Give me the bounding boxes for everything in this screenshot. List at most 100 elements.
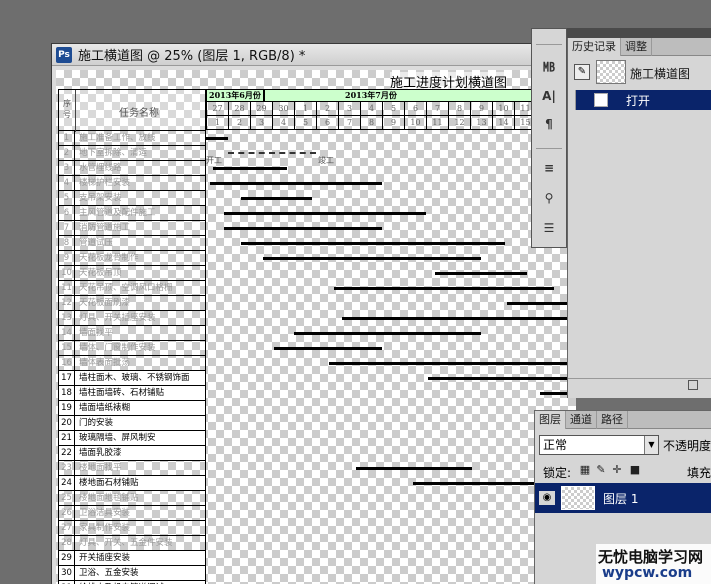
task-row: 29 开关插座安装 [58,551,206,566]
day-cell: 6 [316,116,338,130]
day-cell: 2 [228,116,250,130]
task-seq: 19 [59,401,75,415]
day-cell: 12 [448,116,470,130]
tool-separator [536,148,562,149]
blend-mode-select[interactable]: 正常 ▼ [539,435,659,455]
task-name: 墙面乳胶漆 [79,448,122,458]
month-cell-june: 2013年6月份 [206,89,264,102]
document-title: 施工横道图 @ 25% (图层 1, RGB/8) * [78,49,306,64]
watermark-url: wypcw.com [602,565,693,581]
gantt-bar [212,167,288,170]
day-cell: 5 [382,102,404,116]
task-seq: 1 [59,131,75,145]
task-seq: 25 [59,491,75,505]
header-divider [75,90,76,132]
task-name: 墙体表面批荡 [79,358,131,368]
layer-row[interactable]: ◉ 图层 1 [535,483,711,513]
task-name: 主风管道及配件施工 [79,208,156,218]
day-cell: 5 [294,116,316,130]
task-seq: 15 [59,341,75,355]
history-panel-tabs: 历史记录 调整 [568,38,711,56]
day-cell: 9 [382,116,404,130]
gantt-bar [507,302,576,305]
watermark-site-name: 无忧电脑学习网 [598,548,704,566]
day-cell: 27 [206,102,228,116]
task-name: 楼梯护栏安装 [79,178,131,188]
day-cell: 4 [272,116,294,130]
task-row: 26 卫浴洁具安装 [58,506,206,521]
task-seq: 21 [59,431,75,445]
gantt-bar [294,332,481,335]
header-seq-label: 序号 [63,99,71,119]
history-panel: 历史记录 调整 ✎ 施工横道图 打开 [567,38,711,398]
tab-history[interactable]: 历史记录 [568,38,621,56]
layer-comps-icon[interactable]: ☰ [536,216,562,240]
day-cell: 28 [228,102,250,116]
task-seq: 24 [59,476,75,490]
gantt-bar [241,197,312,200]
image-canvas[interactable]: 施工进度计划横道图 序号 任务名称 1 施工准备工作、放线 2 地下室拆除、清运 3 水管… [56,70,576,584]
task-row: 13 灯具、开关插座安装 [58,311,206,326]
task-name: 卫浴、五金安装 [79,568,139,578]
task-name: 门的安装 [79,418,114,428]
task-row: 7 消防管道施工 [58,221,206,236]
document-window: Ps 施工横道图 @ 25% (图层 1, RGB/8) * 施工进度计划横道图… [51,43,576,584]
lock-all-icon[interactable]: ■ [629,464,641,476]
blend-mode-value: 正常 [543,438,568,452]
day-cell: 30 [272,102,294,116]
history-source-checkbox[interactable] [568,90,576,110]
day-cell: 10 [404,116,426,130]
task-row: 11 天花吊顶、空调风口格栅 [58,281,206,296]
gantt-bar [206,137,228,140]
task-name: 灯具、开关、五金件安装 [79,538,173,548]
tool-presets-icon[interactable]: ≡ [536,156,562,180]
layers-panel-tabs: 图层 通道 路径 [535,411,711,429]
tab-layers[interactable]: 图层 [535,411,566,429]
task-seq: 26 [59,506,75,520]
gantt-bars-area: 开工 竣工 [206,131,576,584]
gantt-bar [434,272,528,275]
task-name: 楼地面石材铺贴 [79,478,139,488]
lock-transparency-icon[interactable]: ▦ [579,464,591,476]
history-brush-icon[interactable]: ✎ [574,64,590,80]
task-row: 28 灯具、开关、五金件安装 [58,536,206,551]
lock-image-icon[interactable]: ✎ [595,464,607,476]
snapshot-thumbnail [596,60,626,84]
task-name: 管道试压 [79,238,114,248]
day-cell: 13 [470,116,492,130]
task-name: 墙柱面木、玻璃、不锈钢饰面 [79,373,190,383]
eye-icon[interactable]: ◉ [539,491,555,505]
clone-source-icon[interactable]: ⚲ [536,186,562,210]
task-seq: 29 [59,551,75,565]
task-seq: 22 [59,446,75,460]
task-seq: 16 [59,356,75,370]
lock-position-icon[interactable]: ✛ [611,464,623,476]
history-step-open[interactable]: 打开 [576,90,711,110]
task-name: 施工准备工作、放线 [79,133,156,143]
task-seq: 20 [59,416,75,430]
layer-thumbnail [561,486,595,510]
header-name-label: 任务名称 [119,108,159,119]
task-row: 2 地下室拆除、清运 [58,146,206,161]
day-row-2: 1234567891011121314151617 [206,116,576,130]
document-tab[interactable]: Ps 施工横道图 @ 25% (图层 1, RGB/8) * [52,44,550,66]
delete-state-icon[interactable] [688,380,698,390]
tab-paths[interactable]: 路径 [597,411,628,429]
task-row: 24 楼地面石材铺贴 [58,476,206,491]
tab-channels[interactable]: 通道 [566,411,597,429]
character-panel-icon[interactable]: A| [536,84,562,108]
task-name: 天花板面刷漆 [79,298,131,308]
brush-preset-icon[interactable]: ㎆ [536,54,562,78]
layer-name: 图层 1 [603,492,639,506]
task-name: 水管埋线路 [79,163,122,173]
task-seq: 7 [59,221,75,235]
task-row: 12 天花板面刷漆 [58,296,206,311]
chevron-down-icon[interactable]: ▼ [644,436,658,454]
tab-adjustments[interactable]: 调整 [621,38,652,56]
photoshop-icon: Ps [56,46,72,63]
task-name: 天花板龙骨制作 [79,253,139,263]
task-row: 17 墙柱面木、玻璃、不锈钢饰面 [58,371,206,386]
paragraph-panel-icon[interactable]: ¶ [536,112,562,136]
history-snapshot-row[interactable]: ✎ 施工横道图 [568,58,711,86]
task-row: 14 墙面找平 [58,326,206,341]
